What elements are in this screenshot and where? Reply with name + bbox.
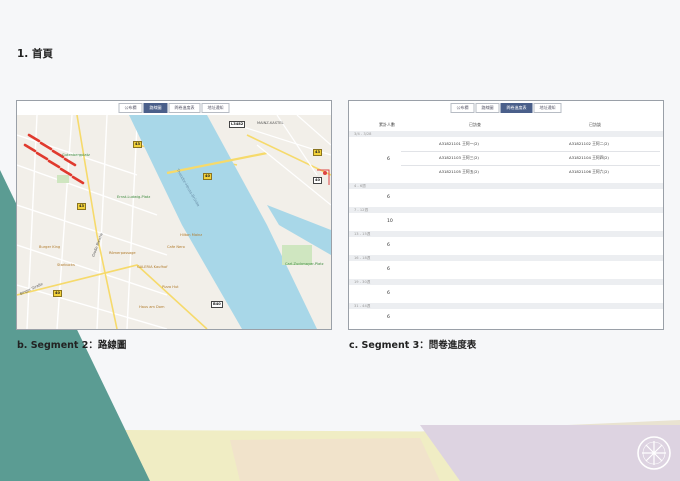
- map-label-shop-1: Starbucks: [57, 263, 75, 267]
- tab-bulletin[interactable]: 公布欄: [118, 103, 143, 113]
- road-shield: 40: [203, 173, 213, 180]
- tab-address-notice[interactable]: 地址通知: [201, 103, 230, 113]
- table-group-header: 7 - 12週: [349, 207, 663, 213]
- map-tab-bar: 公布欄 路線圖 問卷進度表 地址通知: [118, 103, 230, 113]
- map-label-cafe: Cafe Nero: [167, 245, 185, 249]
- map-label-landmark: Haus am Dom: [139, 305, 165, 309]
- tab-route-map[interactable]: 路線圖: [143, 103, 168, 113]
- table-header: 累計人數 已訪查 已訪談: [349, 120, 663, 130]
- slide-title: 1. 首頁: [17, 48, 53, 60]
- table-cell-pending: A31821102 王阿二(2): [569, 141, 609, 146]
- table-group-header: 3/4 - 3/28: [349, 131, 663, 137]
- table-group-header: 19 - 30週: [349, 279, 663, 285]
- table-group-header: 31 - 44週: [349, 303, 663, 309]
- table-group-header: 16 - 18週: [349, 255, 663, 261]
- table-row-count: 6: [387, 267, 390, 272]
- route-map-screenshot: 公布欄 路線圖 問卷進度表 地址通知 MAINZ-KASTEL Theodor-…: [16, 100, 332, 330]
- table-row-count: 6: [387, 243, 390, 248]
- tab-survey-progress[interactable]: 問卷進度表: [500, 103, 533, 113]
- road-shield: 43: [313, 149, 323, 156]
- survey-progress-screenshot: 公布欄 路線圖 問卷進度表 地址通知 累計人數 已訪查 已訪談 3/4 - 3/…: [348, 100, 664, 330]
- table-row-count: 6: [387, 157, 390, 162]
- table-cell-pending: A31821106 王阿六(2): [569, 169, 609, 174]
- road-shield: 43: [133, 141, 143, 148]
- table-caption: c. Segment 3：問卷進度表: [349, 340, 477, 351]
- table-group-header: 4 - 6週: [349, 183, 663, 189]
- road-shield: B40: [211, 301, 223, 308]
- road-shield: 40: [53, 290, 63, 297]
- table-cell-done: A31821103 王阿三(2): [439, 155, 479, 160]
- header-done: 已訪查: [469, 122, 481, 127]
- group-label: 16 - 18週: [354, 256, 371, 260]
- table-row-count: 10: [387, 219, 393, 224]
- map-view[interactable]: MAINZ-KASTEL Theodor-Heuss-Brücke Gutenb…: [17, 114, 331, 329]
- map-label-restaurant: Pizza Hut: [162, 285, 179, 289]
- header-count: 累計人數: [379, 122, 395, 127]
- map-label-square-2: Ernst-Ludwig-Platz: [117, 195, 151, 199]
- map-label-district: MAINZ-KASTEL: [257, 121, 284, 125]
- map-graphics: [17, 114, 331, 329]
- table-cell-done: A31821105 王阿五(2): [439, 169, 479, 174]
- group-label: 19 - 30週: [354, 280, 371, 284]
- group-label: 4 - 6週: [354, 184, 366, 188]
- map-label-square-1: Gutenbergplatz: [62, 153, 90, 157]
- tab-route-map[interactable]: 路線圖: [475, 103, 500, 113]
- tab-address-notice[interactable]: 地址通知: [533, 103, 562, 113]
- table-tab-bar: 公布欄 路線圖 問卷進度表 地址通知: [450, 103, 562, 113]
- header-pending: 已訪談: [589, 122, 601, 127]
- map-caption: b. Segment 2：路線圖: [17, 340, 127, 351]
- row-divider: [401, 151, 660, 152]
- table-row-count: 6: [387, 315, 390, 320]
- group-label: 13 - 15週: [354, 232, 371, 236]
- table-row-count: 6: [387, 195, 390, 200]
- map-label-store: GALERIA Kaufhof: [137, 265, 168, 269]
- table-group-header: 13 - 15週: [349, 231, 663, 237]
- map-label-hotel: Hilton Mainz: [180, 233, 203, 237]
- map-label-mall: Römerpassage: [109, 251, 136, 255]
- table-row-count: 6: [387, 291, 390, 296]
- road-shield: 40: [313, 177, 323, 184]
- tab-survey-progress[interactable]: 問卷進度表: [168, 103, 201, 113]
- table-cell-pending: A31821104 王阿四(2): [569, 155, 609, 160]
- group-label: 3/4 - 3/28: [354, 132, 372, 136]
- group-label: 7 - 12週: [354, 208, 369, 212]
- map-label-shop-2: Burger King: [39, 245, 61, 249]
- map-label-square-3: Carl-Zuckmayer-Platz: [285, 262, 324, 266]
- group-label: 31 - 44週: [354, 304, 371, 308]
- road-shield: L3482: [229, 121, 246, 128]
- road-shield: 43: [77, 203, 87, 210]
- table-cell-done: A31821101 王阿一(2): [439, 141, 479, 146]
- tab-bulletin[interactable]: 公布欄: [450, 103, 475, 113]
- row-divider: [401, 165, 660, 166]
